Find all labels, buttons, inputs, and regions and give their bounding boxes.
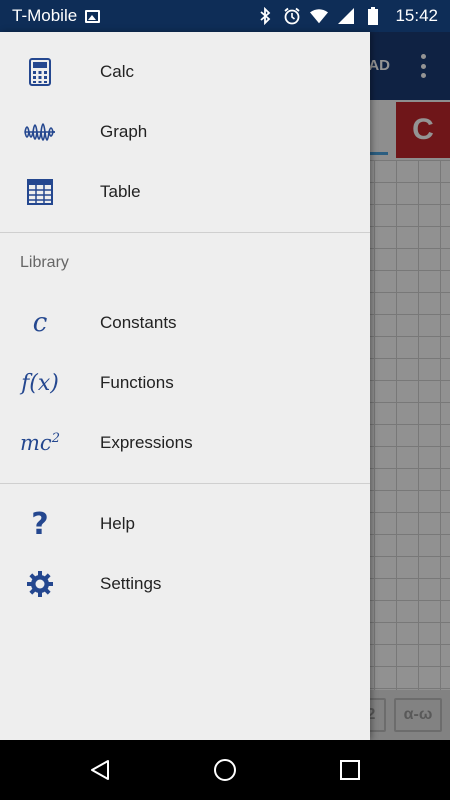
drawer-item-label: Expressions: [100, 433, 193, 452]
drawer-item-functions[interactable]: f(x) Functions: [0, 353, 370, 413]
drawer-item-label: Table: [100, 182, 141, 201]
status-time: 15:42: [395, 6, 438, 25]
home-icon[interactable]: [210, 755, 240, 785]
calculator-icon: [0, 42, 80, 102]
bluetooth-icon: [256, 7, 274, 25]
battery-icon: [364, 7, 382, 25]
drawer-item-table[interactable]: Table: [0, 162, 370, 222]
divider: [0, 232, 370, 233]
constants-c-icon: c: [32, 308, 48, 338]
table-icon: [0, 162, 80, 222]
expression-mc2-icon: mc2: [20, 431, 60, 455]
drawer-item-label: Constants: [100, 313, 177, 332]
drawer-item-constants[interactable]: c Constants: [0, 293, 370, 353]
status-bar: T-Mobile 15:42: [0, 0, 450, 32]
alarm-icon: [283, 7, 301, 25]
drawer-item-label: Calc: [100, 62, 135, 81]
status-icons: 15:42: [256, 6, 438, 26]
question-mark-icon: ?: [31, 506, 49, 542]
signal-icon: [337, 7, 355, 25]
wifi-icon: [310, 7, 329, 25]
drawer-item-label: Functions: [100, 373, 174, 392]
navigation-drawer: Calc Graph Table Library c Constants f(x…: [0, 32, 370, 740]
divider: [0, 483, 370, 484]
system-nav-bar: [0, 740, 450, 800]
carrier-name: T-Mobile: [12, 6, 78, 25]
drawer-item-label: Graph: [100, 122, 148, 141]
recents-icon[interactable]: [335, 755, 365, 785]
back-icon[interactable]: [85, 755, 115, 785]
drawer-item-settings[interactable]: Settings: [0, 554, 370, 614]
function-fx-icon: f(x): [21, 370, 59, 396]
library-section-header: Library: [20, 254, 69, 271]
drawer-item-help[interactable]: ? Help: [0, 494, 370, 554]
drawer-item-calc[interactable]: Calc: [0, 42, 370, 102]
drawer-item-label: Settings: [100, 574, 162, 593]
gallery-icon: [85, 9, 101, 23]
drawer-item-expressions[interactable]: mc2 Expressions: [0, 413, 370, 473]
gear-icon: [0, 554, 80, 614]
graph-wave-icon: [0, 102, 80, 162]
drawer-item-label: Help: [100, 514, 135, 533]
drawer-item-graph[interactable]: Graph: [0, 102, 370, 162]
